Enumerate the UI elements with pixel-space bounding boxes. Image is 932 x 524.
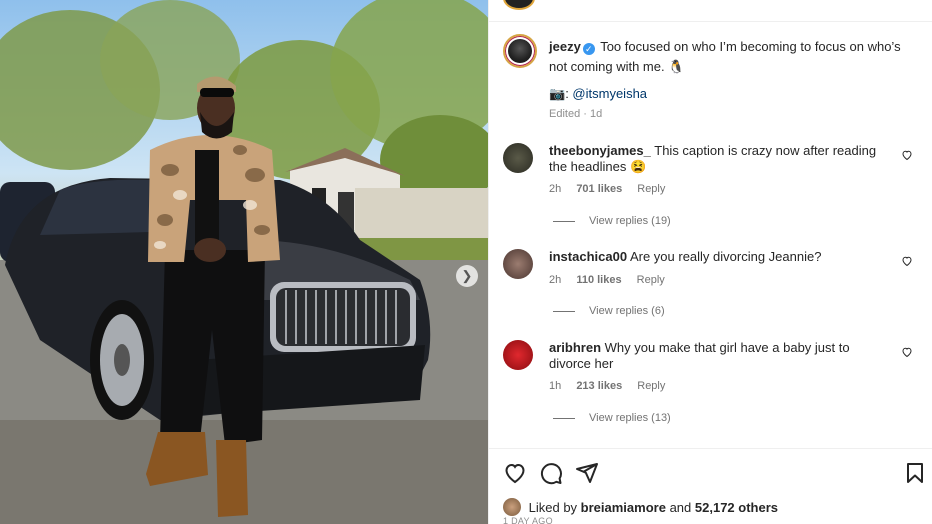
- view-replies-button[interactable]: View replies (6): [553, 305, 665, 317]
- comment-age: 1h: [549, 380, 562, 392]
- view-replies-label: View replies (6): [589, 305, 665, 317]
- caption-text: Too focused on who I’m becoming to focus…: [549, 39, 901, 74]
- comment-body: instachica00 Are you really divorcing Je…: [549, 249, 889, 265]
- reply-button[interactable]: Reply: [637, 183, 665, 195]
- comment-meta: 2h 701 likes Reply: [549, 183, 677, 195]
- comment-likes[interactable]: 213 likes: [576, 380, 622, 392]
- comment-icon[interactable]: [539, 461, 563, 485]
- post-header: [489, 0, 932, 22]
- comment-body: aribhren Why you make that girl have a b…: [549, 340, 889, 372]
- comment-age: 2h: [549, 183, 562, 195]
- commenter-avatar[interactable]: [503, 249, 533, 279]
- heart-icon[interactable]: [503, 461, 527, 485]
- caption-text-block: jeezy ✓ Too focused on who I’m becoming t…: [549, 37, 921, 77]
- comment-like-heart-icon[interactable]: [901, 346, 913, 358]
- divider-line: [553, 220, 575, 222]
- post-detail-panel: jeezy ✓ Too focused on who I’m becoming t…: [488, 0, 932, 524]
- bookmark-icon[interactable]: [903, 461, 927, 485]
- post-photo-illustration: [0, 0, 488, 524]
- likes-count[interactable]: 52,172 others: [695, 500, 778, 515]
- comment-meta: 1h 213 likes Reply: [549, 380, 677, 392]
- credit-mention-link[interactable]: @itsmyeisha: [572, 86, 647, 101]
- photo-credit: 📷: @itsmyeisha: [549, 86, 648, 101]
- liker-username[interactable]: breiamiamore: [581, 500, 666, 515]
- share-icon[interactable]: [575, 461, 599, 485]
- comment-likes[interactable]: 110 likes: [576, 274, 621, 286]
- comment-like-heart-icon[interactable]: [901, 149, 913, 161]
- liked-by-prefix: Liked by: [528, 500, 578, 515]
- comment-likes[interactable]: 701 likes: [576, 183, 622, 195]
- next-arrow-icon[interactable]: ❯: [456, 265, 478, 287]
- comment-meta: 2h 110 likes Reply: [549, 274, 677, 286]
- liked-by-summary: Liked by breiamiamore and 52,172 others: [503, 498, 778, 516]
- commenter-username[interactable]: theebonyjames_: [549, 143, 651, 158]
- view-replies-label: View replies (13): [589, 412, 671, 424]
- post-photo[interactable]: ❯: [0, 0, 488, 524]
- edited-timestamp: Edited · 1d: [549, 108, 603, 120]
- comment-body: theebonyjames_ This caption is crazy now…: [549, 143, 889, 175]
- commenter-avatar[interactable]: [503, 143, 533, 173]
- post-time-ago: 1 DAY AGO: [503, 516, 553, 524]
- divider-line: [553, 310, 575, 312]
- view-replies-button[interactable]: View replies (19): [553, 215, 671, 227]
- liked-by-and: and: [669, 500, 692, 515]
- author-username[interactable]: jeezy: [549, 39, 581, 54]
- reply-button[interactable]: Reply: [637, 274, 665, 286]
- comment-like-heart-icon[interactable]: [901, 255, 913, 267]
- author-avatar[interactable]: [503, 34, 537, 68]
- divider-line: [553, 417, 575, 419]
- comment-age: 2h: [549, 274, 562, 286]
- commenter-username[interactable]: instachica00: [549, 249, 627, 264]
- header-avatar[interactable]: [503, 0, 535, 10]
- post-action-bar: [489, 448, 932, 496]
- reply-button[interactable]: Reply: [637, 380, 665, 392]
- commenter-avatar[interactable]: [503, 340, 533, 370]
- view-replies-label: View replies (19): [589, 215, 671, 227]
- view-replies-button[interactable]: View replies (13): [553, 412, 671, 424]
- commenter-username[interactable]: aribhren: [549, 340, 601, 355]
- verified-badge-icon: ✓: [582, 43, 595, 55]
- liker-avatar[interactable]: [503, 498, 521, 516]
- comment-text: Are you really divorcing Jeannie?: [629, 249, 822, 264]
- camera-emoji: 📷: [549, 86, 566, 101]
